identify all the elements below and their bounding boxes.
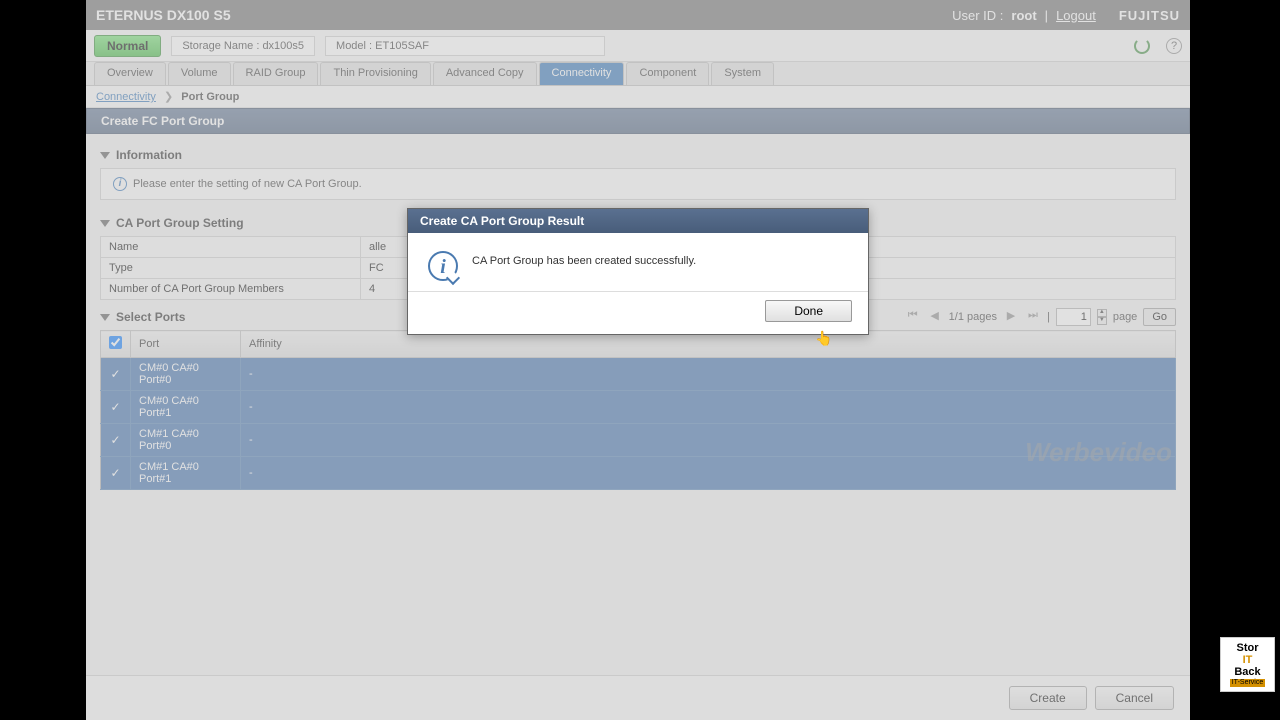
result-modal: Create CA Port Group Result CA Port Grou… bbox=[407, 208, 869, 335]
storitback-logo: Stor IT Back IT-Service bbox=[1220, 637, 1275, 692]
done-button[interactable]: Done bbox=[765, 300, 852, 322]
modal-message: CA Port Group has been created successfu… bbox=[472, 251, 696, 267]
info-icon bbox=[428, 251, 458, 281]
modal-title: Create CA Port Group Result bbox=[408, 209, 868, 233]
modal-overlay bbox=[86, 0, 1190, 720]
